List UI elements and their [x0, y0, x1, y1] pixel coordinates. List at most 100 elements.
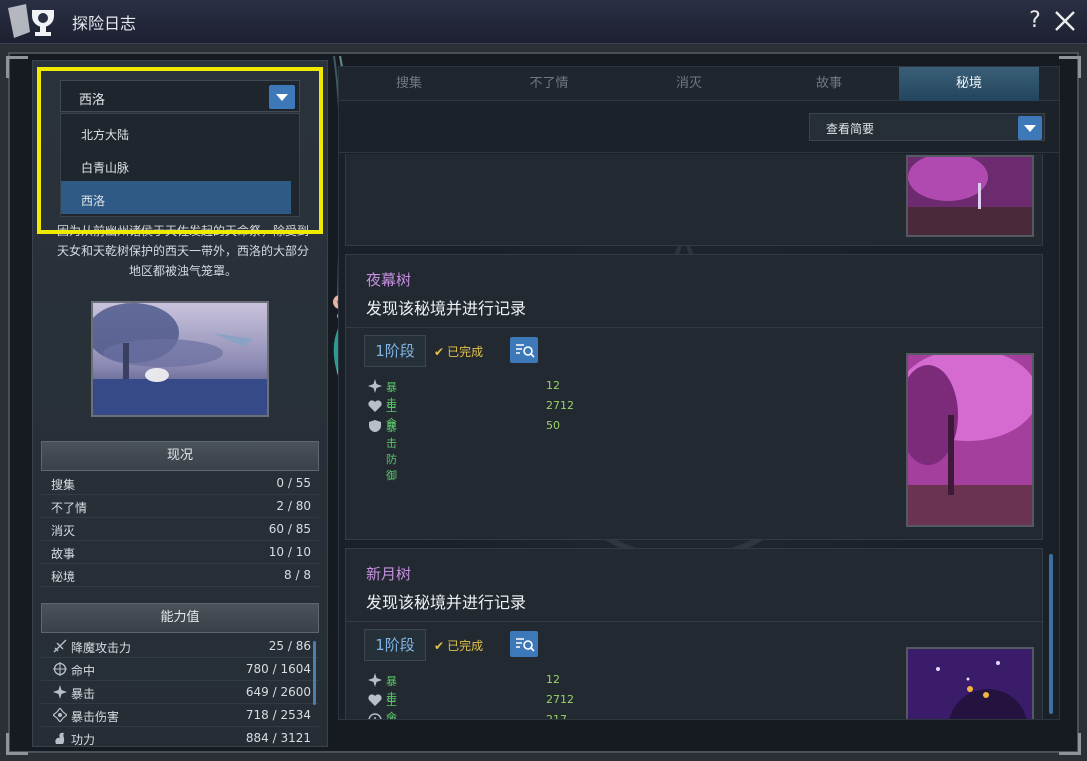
realm-card: 夜幕树 发现该秘境并进行记录 1阶段 ✔ 已完成 暴击 12 生命 2712 暴击防御… [345, 254, 1044, 540]
status-label: 消灭 [51, 524, 76, 538]
status-value: 10 / 10 [268, 545, 311, 559]
divider [346, 621, 1044, 622]
crit-defense-icon [369, 420, 381, 432]
view-mode-value: 查看简要 [826, 122, 875, 136]
realm-subtitle: 发现该秘境并进行记录 [366, 299, 527, 318]
ability-label: 命中 [71, 664, 96, 678]
region-description-line: 天女和天乾树保护的西天一带外，西洛的大部分 [56, 244, 309, 258]
realm-title: 新月树 [366, 565, 412, 583]
sort-bar: 查看简要 [339, 101, 1059, 153]
right-scrollbar[interactable] [1049, 554, 1053, 714]
region-dropdown-list: 北方大陆 白青山脉 西洛 [60, 113, 300, 217]
check-icon: ✔ [434, 345, 445, 359]
status-row: 故事 10 / 10 [41, 541, 319, 564]
heal-icon [368, 713, 382, 719]
frame-corner [1059, 56, 1081, 78]
bonus-value: 12 [546, 379, 560, 392]
search-list-icon[interactable] [510, 631, 538, 657]
status-row: 搜集 0 / 55 [41, 472, 319, 495]
bonus-value: 2712 [546, 399, 574, 412]
bonus-value: 12 [546, 673, 560, 686]
realm-list: 夜幕树 发现该秘境并进行记录 1阶段 ✔ 已完成 暴击 12 生命 2712 暴击防御… [339, 154, 1059, 719]
ability-value: 718 / 2534 [245, 708, 311, 722]
tab-collect[interactable]: 搜集 [339, 67, 479, 101]
completion-status: ✔ 已完成 [434, 343, 483, 360]
realm-image [906, 647, 1034, 719]
realm-card [345, 154, 1043, 246]
frame-corner [6, 56, 28, 78]
region-description-line: 地区都被浊气笼罩。 [128, 264, 237, 278]
ability-label: 功力 [71, 733, 96, 747]
region-dropdown-value: 西洛 [79, 93, 106, 108]
crit-damage-icon [53, 708, 67, 722]
realm-subtitle: 发现该秘境并进行记录 [366, 593, 527, 612]
close-icon[interactable] [1052, 6, 1078, 36]
heart-icon [368, 694, 382, 706]
status-header: 现况 [41, 441, 319, 471]
frame-corner [1059, 733, 1081, 755]
window-title: 探险日志 [72, 14, 137, 33]
bonus-value: 2712 [546, 693, 574, 706]
demon-attack-icon [53, 639, 67, 653]
status-value: 60 / 85 [268, 522, 311, 536]
status-label: 搜集 [51, 478, 76, 492]
burst-icon [368, 673, 382, 687]
heart-icon [368, 400, 382, 412]
check-icon: ✔ [434, 639, 445, 653]
tab-bar: 搜集 不了情 消灭 故事 秘境 [339, 67, 1059, 101]
title-bar: 探险日志 ? [0, 0, 1087, 44]
region-image [91, 301, 269, 417]
ability-row: 功力 884 / 3121 [41, 727, 319, 747]
realm-image [906, 155, 1034, 237]
bonus-label: 暴击防御 [386, 421, 397, 482]
status-row: 不了情 2 / 80 [41, 495, 319, 518]
region-description-line: 因为从前幽州诸侯于天佐发起的天命祭，除受到 [56, 224, 309, 238]
status-label: 秘境 [51, 570, 76, 584]
chevron-down-icon[interactable] [1018, 116, 1042, 140]
ability-label: 降魔攻击力 [71, 641, 132, 655]
left-scrollbar[interactable] [313, 641, 316, 705]
ability-row: 暴击伤害 718 / 2534 [41, 704, 319, 727]
tab-eliminate[interactable]: 消灭 [619, 67, 759, 101]
ability-label: 暴击 [71, 687, 96, 701]
bonus-label: 治疗 [386, 713, 397, 719]
trophy-icon [8, 4, 54, 38]
tab-secret-realm[interactable]: 秘境 [899, 67, 1039, 101]
ability-value: 649 / 2600 [245, 685, 311, 699]
status-value: 8 / 8 [284, 568, 311, 582]
region-option[interactable]: 白青山脉 [61, 148, 291, 181]
status-label: 故事 [51, 547, 76, 561]
region-description: 因为从前幽州诸侯于天佐发起的天命祭，除受到 天女和天乾树保护的西天一带外，西洛的… [43, 221, 323, 281]
status-label: 不了情 [51, 501, 88, 515]
region-option-selected[interactable]: 西洛 [61, 181, 291, 214]
view-mode-select[interactable]: 查看简要 [809, 113, 1045, 141]
realm-card: 新月树 发现该秘境并进行记录 1阶段 ✔已完成 暴击12 生命2712 治疗21… [345, 548, 1044, 719]
status-row: 秘境 8 / 8 [41, 564, 319, 587]
ability-value: 25 / 86 [268, 639, 311, 653]
bonus-value: 50 [546, 419, 560, 432]
burst-icon [368, 379, 382, 393]
search-list-icon[interactable] [510, 337, 538, 363]
realm-image [906, 353, 1034, 527]
ability-row: 暴击 649 / 2600 [41, 681, 319, 704]
frame-corner [6, 733, 28, 755]
status-row: 消灭 60 / 85 [41, 518, 319, 541]
tab-affection[interactable]: 不了情 [479, 67, 619, 101]
region-dropdown[interactable]: 西洛 [60, 80, 300, 112]
chevron-down-icon[interactable] [269, 85, 295, 109]
help-button[interactable]: ? [1024, 6, 1046, 36]
stage-badge: 1阶段 [364, 629, 426, 661]
ability-label: 暴击伤害 [71, 710, 120, 724]
region-option[interactable]: 北方大陆 [61, 115, 291, 148]
status-value: 2 / 80 [276, 499, 311, 513]
power-icon [55, 732, 65, 744]
status-value: 0 / 55 [276, 476, 311, 490]
content-panel: 搜集 不了情 消灭 故事 秘境 查看简要 夜幕树 发现该秘境并进行记录 1阶段 … [338, 66, 1060, 720]
ability-row: 降魔攻击力 25 / 86 [41, 635, 319, 658]
tab-story[interactable]: 故事 [759, 67, 899, 101]
completion-label: 已完成 [447, 639, 484, 653]
stage-badge: 1阶段 [364, 335, 426, 367]
ability-value: 884 / 3121 [245, 731, 311, 745]
crosshair-icon [53, 662, 67, 676]
divider [346, 327, 1044, 328]
